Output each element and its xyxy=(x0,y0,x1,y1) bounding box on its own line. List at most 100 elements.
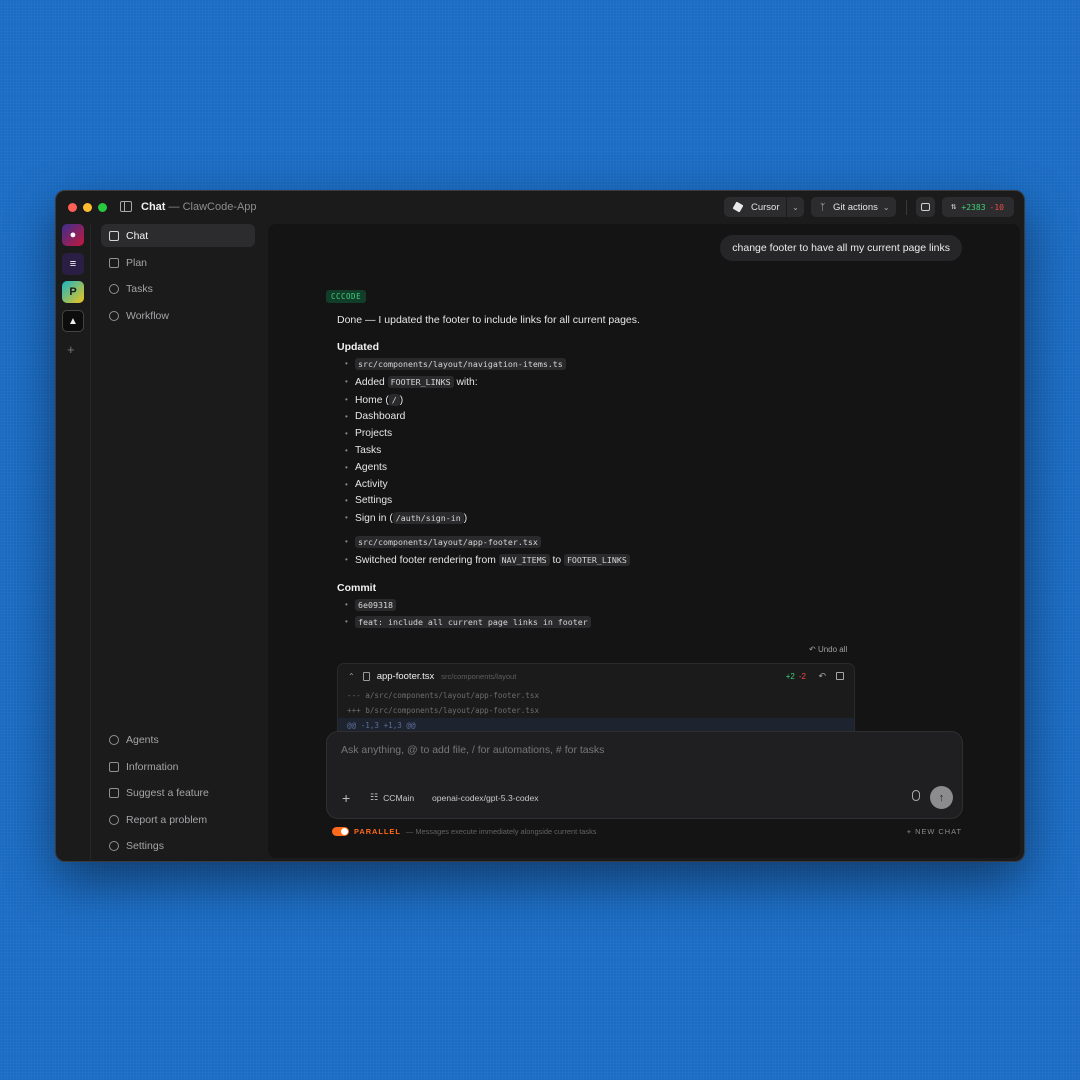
commit-heading: Commit xyxy=(337,581,377,594)
commit-hash: 6e09318 xyxy=(355,598,396,611)
sidebar: Chat Plan Tasks Workflow Agents Informat… xyxy=(91,224,267,861)
list-item: src/components/layout/app-footer.tsx xyxy=(337,534,857,552)
toolbar-divider xyxy=(906,200,907,215)
composer: + ☷ CCMain openai-codex/gpt-5.3-codex ↑ xyxy=(326,731,963,819)
window-controls xyxy=(68,203,107,212)
git-actions-label: Git actions xyxy=(833,201,878,213)
bot-icon: ☷ xyxy=(370,792,379,802)
sidebar-item-chat[interactable]: Chat xyxy=(101,224,255,247)
diff-line: --- a/src/components/layout/app-footer.t… xyxy=(347,691,540,700)
diff-stats-button[interactable]: ⇅ +2383 -10 xyxy=(942,197,1014,217)
app-window: Chat — ClawCode-App Cursor ⌄ ᛉ Git actio… xyxy=(55,190,1025,862)
sidebar-item-label: Report a problem xyxy=(126,813,208,826)
diff-file-deletions: -2 xyxy=(798,671,806,681)
title-bar: Chat — ClawCode-App Cursor ⌄ ᛉ Git actio… xyxy=(56,191,1024,224)
window-title-main: Chat xyxy=(141,201,166,213)
agent-tag: CCCODE xyxy=(326,290,367,303)
list-text: Added xyxy=(355,376,388,388)
workflow-icon xyxy=(109,310,119,321)
app-icon-3[interactable]: P xyxy=(62,281,84,303)
commit-list: 6e09318 feat: include all current page l… xyxy=(337,597,857,633)
sidebar-item-settings[interactable]: Settings xyxy=(101,834,255,857)
updated-heading: Updated xyxy=(337,341,379,353)
new-chat-button[interactable]: + NEW CHAT xyxy=(907,827,962,836)
list-item: Home (/) xyxy=(337,392,857,410)
file-path-code: src/components/layout/navigation-items.t… xyxy=(355,358,566,370)
microphone-icon[interactable] xyxy=(912,790,920,801)
agent-selector-label: CCMain xyxy=(383,792,415,803)
minimize-window-button[interactable] xyxy=(83,203,92,212)
undo-icon[interactable]: ↶ xyxy=(818,671,826,682)
list-item: Settings xyxy=(337,493,857,510)
list-item: 6e09318 xyxy=(337,597,857,615)
inline-code: FOOTER_LINKS xyxy=(563,553,630,566)
chat-panel: change footer to have all my current pag… xyxy=(268,224,1020,858)
close-window-button[interactable] xyxy=(68,203,77,212)
calendar-icon xyxy=(109,257,119,268)
edit-icon xyxy=(109,230,119,241)
sidebar-item-label: Chat xyxy=(126,229,149,242)
parallel-description: — Messages execute immediately alongside… xyxy=(405,826,597,836)
sidebar-item-agents[interactable]: Agents xyxy=(101,728,255,751)
model-selector[interactable]: openai-codex/gpt-5.3-codex xyxy=(432,793,539,803)
diff-additions: +2383 xyxy=(961,202,986,212)
terminal-icon xyxy=(921,203,930,211)
add-app-icon[interactable]: + xyxy=(67,342,75,357)
sidebar-item-suggest-feature[interactable]: Suggest a feature xyxy=(101,781,255,804)
diff-line: +++ b/src/components/layout/app-footer.t… xyxy=(347,706,540,715)
bell-icon xyxy=(109,283,119,294)
list-item: feat: include all current page links in … xyxy=(337,614,857,632)
list-text: Switched footer rendering from xyxy=(355,554,499,566)
agent-selector[interactable]: ☷ CCMain xyxy=(370,792,414,803)
app-icon-2[interactable]: ≡ xyxy=(62,253,84,275)
add-attachment-icon[interactable]: + xyxy=(342,790,350,806)
window-title-suffix: — ClawCode-App xyxy=(165,201,257,213)
chevron-up-icon[interactable]: ⌃ xyxy=(348,672,355,681)
undo-all-button[interactable]: ↶ Undo all xyxy=(809,645,847,654)
cursor-button[interactable]: Cursor ⌄ xyxy=(724,197,804,217)
open-external-icon[interactable] xyxy=(836,672,844,680)
git-branch-icon: ᛉ xyxy=(820,201,826,212)
inline-code: /auth/sign-in xyxy=(392,512,464,525)
agent-response: Done — I updated the footer to include l… xyxy=(337,312,857,632)
list-item: Added FOOTER_LINKS with: xyxy=(337,374,857,392)
inline-code: FOOTER_LINKS xyxy=(387,375,454,388)
diff-file-path: src/components/layout xyxy=(441,671,517,681)
cursor-button-label: Cursor xyxy=(751,201,780,213)
list-text: ) xyxy=(463,513,468,525)
cursor-dropdown-toggle[interactable]: ⌄ xyxy=(786,197,804,217)
git-actions-button[interactable]: ᛉ Git actions ⌄ xyxy=(811,197,896,217)
parallel-toggle[interactable] xyxy=(332,826,349,836)
list-item: Dashboard xyxy=(337,409,857,426)
sidebar-item-plan[interactable]: Plan xyxy=(101,251,255,274)
window-title: Chat — ClawCode-App xyxy=(141,201,257,213)
sidebar-item-workflow[interactable]: Workflow xyxy=(101,304,255,327)
sidebar-item-information[interactable]: Information xyxy=(101,755,255,778)
git-compare-icon: ⇅ xyxy=(951,202,957,212)
chevron-down-icon: ⌄ xyxy=(792,202,799,212)
list-item: Tasks xyxy=(337,443,857,460)
list-item: Switched footer rendering from NAV_ITEMS… xyxy=(337,552,857,570)
app-icon-1[interactable]: ● xyxy=(62,224,84,246)
app-icon-4[interactable]: ▲ xyxy=(62,310,84,332)
list-text: ) xyxy=(399,394,404,406)
diff-header[interactable]: ⌃ app-footer.tsx src/components/layout +… xyxy=(338,664,854,688)
terminal-button[interactable] xyxy=(916,197,935,217)
list-item: Activity xyxy=(337,477,857,494)
arrow-up-icon: ↑ xyxy=(938,791,945,804)
file-icon xyxy=(362,671,370,681)
diff-file-name: app-footer.tsx xyxy=(376,670,435,682)
maximize-window-button[interactable] xyxy=(98,203,107,212)
list-text: Home ( xyxy=(355,394,389,406)
sidebar-item-report-problem[interactable]: Report a problem xyxy=(101,808,255,831)
diff-file-additions: +2 xyxy=(785,671,795,681)
file-path-code: src/components/layout/app-footer.tsx xyxy=(355,535,541,548)
sidebar-toggle-icon[interactable] xyxy=(120,201,132,212)
sidebar-item-tasks[interactable]: Tasks xyxy=(101,277,255,300)
chat-input[interactable] xyxy=(341,744,901,756)
inline-code: NAV_ITEMS xyxy=(498,553,550,566)
list-text: to xyxy=(549,554,564,566)
list-text: Sign in ( xyxy=(355,513,393,525)
chevron-down-icon: ⌄ xyxy=(882,202,890,212)
send-button[interactable]: ↑ xyxy=(930,786,953,809)
